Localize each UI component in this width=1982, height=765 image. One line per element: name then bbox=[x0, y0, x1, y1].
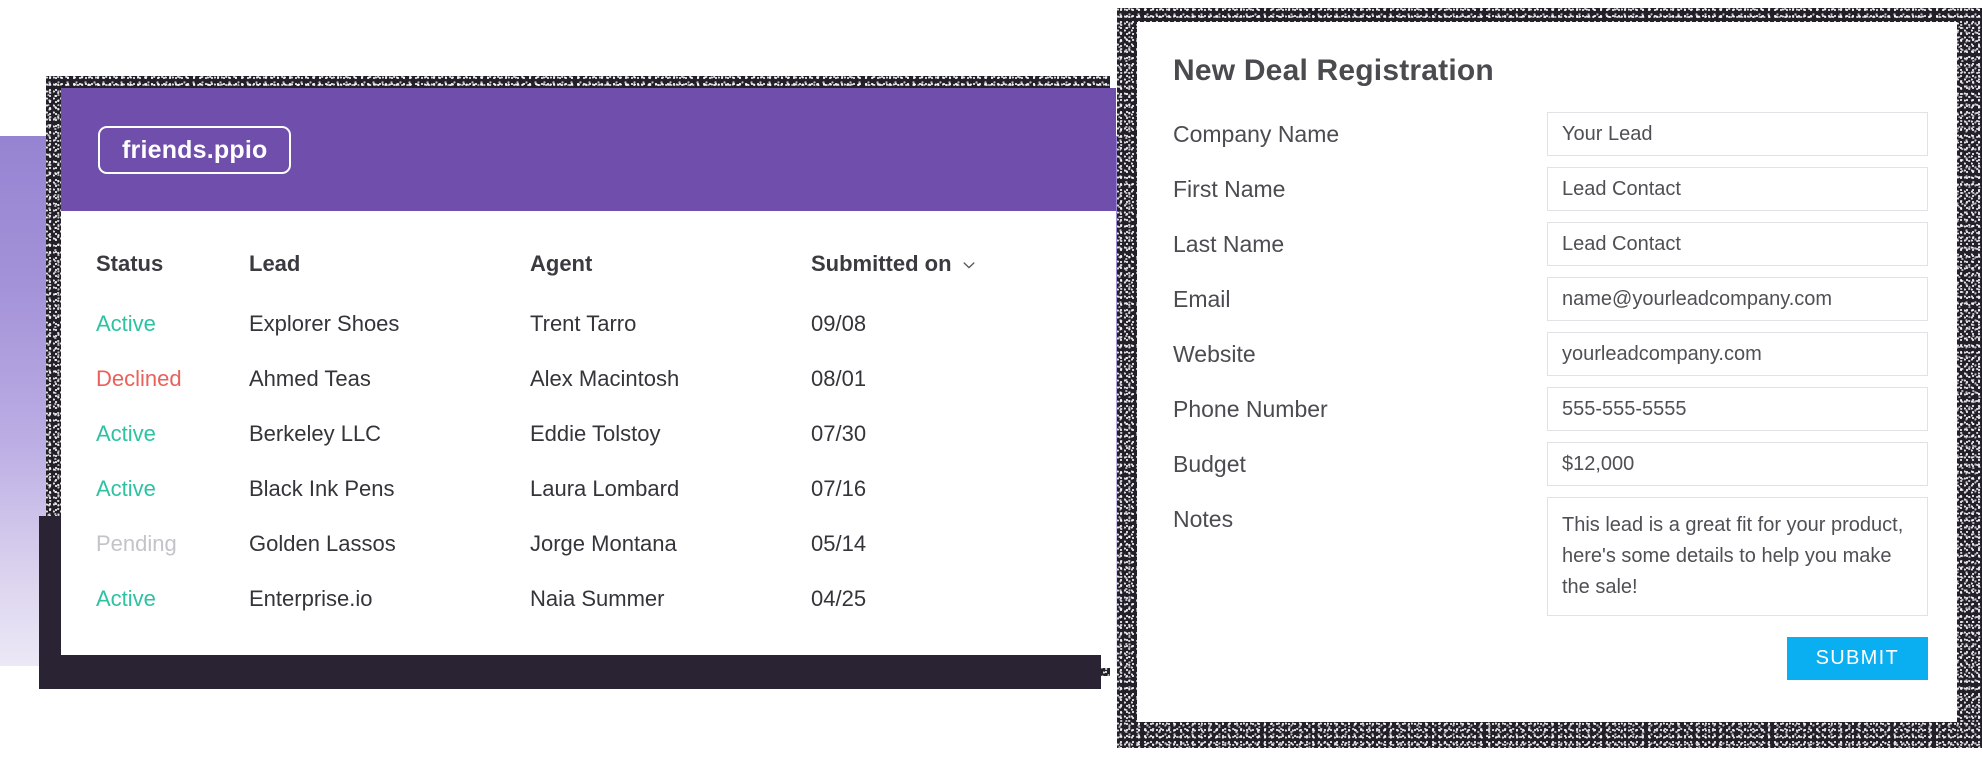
label-website: Website bbox=[1173, 341, 1256, 367]
agent-name: Jorge Montana bbox=[530, 530, 677, 556]
label-budget: Budget bbox=[1173, 451, 1246, 477]
lead-name: Enterprise.io bbox=[249, 585, 373, 611]
email-field[interactable] bbox=[1547, 277, 1928, 321]
label-notes: Notes bbox=[1173, 506, 1234, 532]
column-header-submitted-on-label: Submitted on bbox=[811, 251, 952, 276]
label-phone-number: Phone Number bbox=[1173, 396, 1328, 422]
status-badge: Active bbox=[96, 585, 156, 611]
brand-chip[interactable]: friends.ppio bbox=[98, 126, 292, 174]
lead-name: Ahmed Teas bbox=[249, 365, 371, 391]
deals-table-body: Active Explorer Shoes Trent Tarro 09/08 … bbox=[61, 296, 1116, 626]
portal-shadow-bar-left bbox=[39, 516, 61, 678]
deals-table-head: Status Lead Agent Submitted on bbox=[61, 232, 1116, 296]
website-input[interactable] bbox=[1547, 332, 1928, 376]
status-badge: Pending bbox=[96, 530, 177, 556]
lead-name: Golden Lassos bbox=[249, 530, 396, 556]
column-header-status[interactable]: Status bbox=[61, 232, 249, 296]
field-row-notes: Notes bbox=[1173, 497, 1928, 616]
table-row[interactable]: Active Berkeley LLC Eddie Tolstoy 07/30 bbox=[61, 406, 1116, 461]
submitted-on: 07/16 bbox=[811, 475, 867, 501]
field-row-company-name: Company Name bbox=[1173, 112, 1928, 156]
field-row-email: Email bbox=[1173, 277, 1928, 321]
deals-table: Status Lead Agent Submitted on Active Ex… bbox=[61, 232, 1116, 626]
deals-table-header-row: Status Lead Agent Submitted on bbox=[61, 232, 1116, 296]
status-badge: Declined bbox=[96, 365, 182, 391]
table-row[interactable]: Active Explorer Shoes Trent Tarro 09/08 bbox=[61, 296, 1116, 351]
agent-name: Trent Tarro bbox=[530, 310, 637, 336]
lead-name: Berkeley LLC bbox=[249, 420, 382, 446]
field-row-phone-number: Phone Number bbox=[1173, 387, 1928, 431]
field-row-first-name: First Name bbox=[1173, 167, 1928, 211]
agent-name: Laura Lombard bbox=[530, 475, 680, 501]
budget-input[interactable] bbox=[1547, 442, 1928, 486]
lead-name: Black Ink Pens bbox=[249, 475, 395, 501]
field-row-budget: Budget bbox=[1173, 442, 1928, 486]
label-first-name: First Name bbox=[1173, 176, 1286, 202]
portal-shadow-bar-bottom bbox=[39, 655, 1101, 689]
status-badge: Active bbox=[96, 310, 156, 336]
deals-table-wrapper: Status Lead Agent Submitted on Active Ex… bbox=[61, 232, 1116, 668]
field-row-last-name: Last Name bbox=[1173, 222, 1928, 266]
first-name-input[interactable] bbox=[1547, 167, 1928, 211]
table-row[interactable]: Active Black Ink Pens Laura Lombard 07/1… bbox=[61, 461, 1116, 516]
last-name-input[interactable] bbox=[1547, 222, 1928, 266]
notes-textarea[interactable] bbox=[1547, 497, 1928, 616]
agent-name: Naia Summer bbox=[530, 585, 665, 611]
agent-name: Alex Macintosh bbox=[530, 365, 680, 391]
agent-name: Eddie Tolstoy bbox=[530, 420, 661, 446]
company-name-input[interactable] bbox=[1547, 112, 1928, 156]
submitted-on: 05/14 bbox=[811, 530, 867, 556]
column-header-agent[interactable]: Agent bbox=[530, 232, 811, 296]
phone-number-input[interactable] bbox=[1547, 387, 1928, 431]
submit-button[interactable]: SUBMIT bbox=[1786, 637, 1928, 680]
label-company-name: Company Name bbox=[1173, 121, 1340, 147]
table-row[interactable]: Pending Golden Lassos Jorge Montana 05/1… bbox=[61, 516, 1116, 571]
field-row-website: Website bbox=[1173, 332, 1928, 376]
column-header-submitted-on[interactable]: Submitted on bbox=[811, 232, 1116, 296]
status-badge: Active bbox=[96, 420, 156, 446]
submitted-on: 08/01 bbox=[811, 365, 867, 391]
table-row[interactable]: Active Enterprise.io Naia Summer 04/25 bbox=[61, 571, 1116, 626]
submit-row: SUBMIT bbox=[1173, 637, 1928, 680]
new-deal-form: Company Name First Name Last Name Email … bbox=[1173, 112, 1928, 627]
page-title: New Deal Registration bbox=[1173, 54, 1494, 87]
submitted-on: 04/25 bbox=[811, 585, 867, 611]
submitted-on-sort-control[interactable]: Submitted on bbox=[811, 251, 976, 277]
lead-name: Explorer Shoes bbox=[249, 310, 400, 336]
submitted-on: 09/08 bbox=[811, 310, 867, 336]
column-header-lead[interactable]: Lead bbox=[249, 232, 530, 296]
chevron-down-icon bbox=[962, 258, 976, 272]
screenshot-root: friends.ppio Status Lead Agent Submitted… bbox=[0, 0, 1982, 765]
table-row[interactable]: Declined Ahmed Teas Alex Macintosh 08/01 bbox=[61, 351, 1116, 406]
status-badge: Active bbox=[96, 475, 156, 501]
submitted-on: 07/30 bbox=[811, 420, 867, 446]
label-email: Email bbox=[1173, 286, 1231, 312]
brand-label: friends.ppio bbox=[122, 135, 268, 164]
label-last-name: Last Name bbox=[1173, 231, 1285, 257]
